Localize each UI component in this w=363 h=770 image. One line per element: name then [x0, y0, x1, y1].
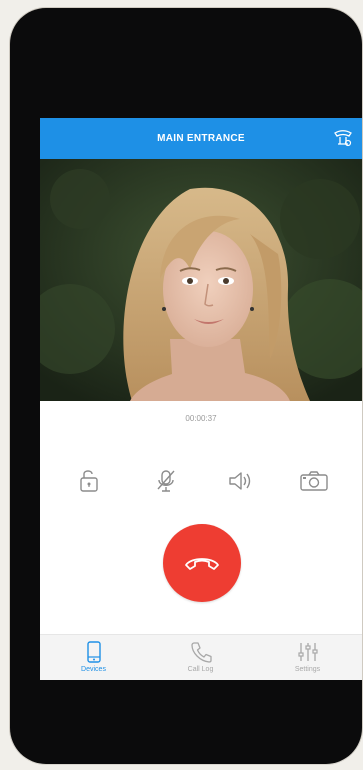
tab-devices[interactable]: Devices: [40, 635, 147, 680]
phone-frame: MAIN ENTRANCE 00:00:37 Devices Call Log …: [10, 8, 362, 764]
tab-settings[interactable]: Settings: [254, 635, 361, 680]
phone-device-icon: [86, 641, 101, 663]
tab-call-log[interactable]: Call Log: [147, 635, 254, 680]
camera-icon: [300, 471, 328, 491]
sliders-icon: [297, 643, 318, 661]
app-header: MAIN ENTRANCE: [40, 118, 362, 159]
page-title: MAIN ENTRANCE: [157, 133, 245, 144]
tab-settings-label: Settings: [294, 666, 321, 673]
call-timer: 00:00:37: [185, 414, 217, 423]
hang-up-icon: [185, 558, 219, 570]
tab-call-log-label: Call Log: [187, 666, 214, 673]
speaker-icon: [229, 472, 251, 490]
tab-devices-label: Devices: [81, 666, 106, 673]
bottom-tab-bar: Devices Call Log Settings: [40, 634, 362, 680]
intercom-handset-icon[interactable]: [332, 129, 354, 149]
snapshot-button[interactable]: [297, 464, 331, 498]
speaker-button[interactable]: [223, 464, 257, 498]
mic-muted-icon: [157, 470, 175, 492]
handset-icon: [190, 642, 212, 663]
mute-button[interactable]: [149, 464, 183, 498]
call-controls: [40, 464, 362, 498]
unlock-icon: [80, 470, 98, 492]
app-screen: MAIN ENTRANCE 00:00:37 Devices Call Log …: [40, 118, 362, 680]
video-feed: [40, 159, 362, 401]
video-frame-image: [40, 159, 362, 401]
unlock-button[interactable]: [73, 464, 107, 498]
hang-up-button[interactable]: [163, 524, 241, 602]
